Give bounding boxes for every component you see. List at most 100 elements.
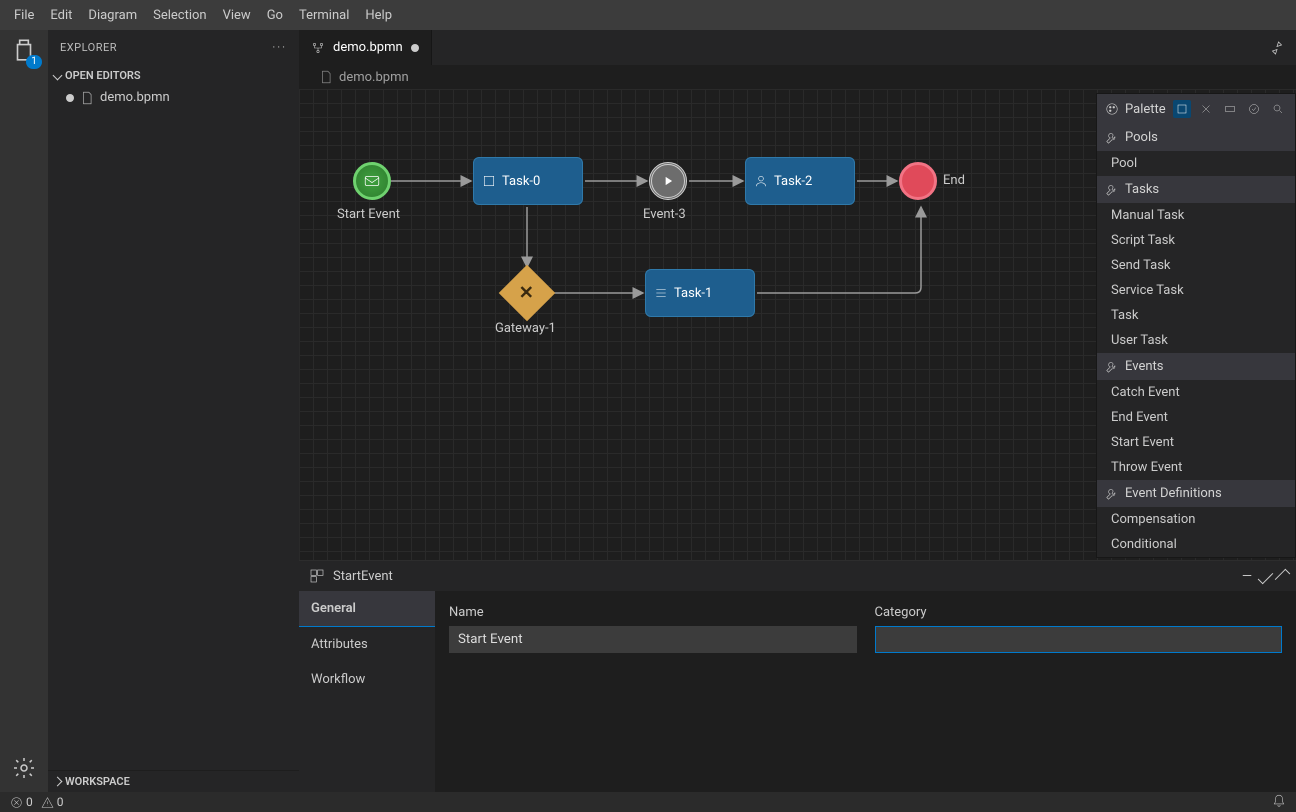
status-errors-count: 0	[26, 795, 33, 809]
wrench-icon	[1105, 360, 1119, 374]
palette-title: Palette	[1125, 102, 1166, 117]
palette-item-pool[interactable]: Pool	[1097, 151, 1295, 176]
menu-go[interactable]: Go	[259, 4, 291, 27]
node-task-1[interactable]: Task-1	[645, 269, 755, 317]
properties-panel: StartEvent — General Attributes Workflow…	[299, 560, 1296, 792]
palette-tool-marquee[interactable]	[1221, 100, 1239, 118]
status-bar: 0 0	[0, 792, 1296, 812]
editor-area: demo.bpmn demo.bpmn	[299, 30, 1296, 792]
layout-icon	[309, 568, 325, 584]
node-event-3[interactable]	[649, 162, 687, 200]
menubar: File Edit Diagram Selection View Go Term…	[0, 0, 1296, 30]
close-icon: ✕	[519, 283, 534, 304]
tab-label: demo.bpmn	[333, 40, 403, 55]
palette-group-label: Event Definitions	[1125, 486, 1222, 501]
node-task-1-label: Task-1	[674, 286, 712, 301]
menu-help[interactable]: Help	[357, 4, 400, 27]
menu-view[interactable]: View	[215, 4, 259, 27]
palette-tool-delete[interactable]	[1197, 100, 1215, 118]
palette-tool-search[interactable]	[1269, 100, 1287, 118]
open-editors-section[interactable]: OPEN EDITORS	[48, 65, 299, 86]
palette-item[interactable]: Manual Task	[1097, 203, 1295, 228]
menu-terminal[interactable]: Terminal	[291, 4, 357, 27]
node-end-event-label: End	[943, 173, 965, 188]
warning-icon	[41, 796, 54, 809]
tab-dirty-icon	[411, 44, 419, 52]
chevron-down-icon	[53, 71, 63, 81]
palette-item[interactable]: User Task	[1097, 328, 1295, 353]
tab-bar: demo.bpmn	[299, 30, 1296, 65]
menu-file[interactable]: File	[6, 4, 42, 27]
palette-item[interactable]: Catch Event	[1097, 380, 1295, 405]
open-editor-file[interactable]: demo.bpmn	[48, 86, 299, 109]
files-badge: 1	[26, 55, 42, 69]
palette-item[interactable]: Conditional	[1097, 532, 1295, 557]
palette-item[interactable]: Throw Event	[1097, 455, 1295, 480]
palette-tool-validate[interactable]	[1245, 100, 1263, 118]
explorer-activity[interactable]: 1	[10, 36, 38, 64]
palette-tool-select[interactable]	[1173, 100, 1191, 118]
menu-diagram[interactable]: Diagram	[80, 4, 145, 27]
palette-item[interactable]: Send Task	[1097, 253, 1295, 278]
tool-panel-icon[interactable]	[1268, 39, 1286, 57]
palette-icon	[1105, 102, 1119, 116]
palette-item[interactable]: Script Task	[1097, 228, 1295, 253]
breadcrumb-file: demo.bpmn	[339, 70, 409, 85]
explorer-sidebar: EXPLORER ··· OPEN EDITORS demo.bpmn WORK…	[48, 30, 299, 792]
palette-item[interactable]: Start Event	[1097, 430, 1295, 455]
palette-group-label: Tasks	[1125, 182, 1159, 197]
palette-group-event-defs[interactable]: Event Definitions	[1097, 480, 1295, 507]
diagram-canvas[interactable]: Start Event Task-0 Event-3 Task-2 End ✕ …	[299, 89, 1296, 560]
breadcrumb[interactable]: demo.bpmn	[299, 65, 1296, 89]
settings-activity[interactable]	[10, 754, 38, 782]
explorer-more-icon[interactable]: ···	[272, 41, 287, 54]
palette-group-tasks[interactable]: Tasks	[1097, 176, 1295, 203]
panel-minimize-icon[interactable]: —	[1242, 569, 1252, 584]
status-warnings-count: 0	[57, 795, 64, 809]
workspace-label: WORKSPACE	[65, 775, 130, 788]
list-icon	[654, 286, 668, 300]
node-end-event[interactable]	[899, 162, 937, 200]
palette-item[interactable]: Task	[1097, 303, 1295, 328]
node-event-3-label: Event-3	[643, 207, 686, 222]
node-gateway-1-label: Gateway-1	[495, 321, 556, 336]
bell-icon[interactable]	[1272, 794, 1286, 808]
wrench-icon	[1105, 131, 1119, 145]
error-icon	[10, 796, 23, 809]
category-field-input[interactable]	[875, 626, 1283, 653]
palette-item[interactable]: Compensation	[1097, 507, 1295, 532]
palette-group-label: Events	[1125, 359, 1163, 374]
palette-group-events[interactable]: Events	[1097, 353, 1295, 380]
play-icon	[661, 174, 675, 188]
node-gateway-1[interactable]: ✕	[499, 265, 556, 322]
category-field-label: Category	[875, 605, 1283, 620]
palette-item[interactable]: Service Task	[1097, 278, 1295, 303]
status-errors[interactable]: 0	[10, 795, 33, 809]
panel-expand-icon[interactable]	[1275, 568, 1291, 584]
props-tab-workflow[interactable]: Workflow	[299, 662, 435, 697]
node-start-event-label: Start Event	[337, 207, 400, 222]
dirty-indicator-icon	[66, 94, 74, 102]
node-task-2-label: Task-2	[774, 174, 812, 189]
menu-selection[interactable]: Selection	[145, 4, 214, 27]
file-icon	[319, 70, 333, 84]
node-task-2[interactable]: Task-2	[745, 157, 855, 205]
node-start-event[interactable]	[353, 162, 391, 200]
wrench-icon	[1105, 487, 1119, 501]
node-task-0-label: Task-0	[502, 174, 540, 189]
envelope-icon	[363, 172, 381, 190]
node-task-0[interactable]: Task-0	[473, 157, 583, 205]
props-tab-general[interactable]: General	[299, 591, 435, 627]
tab-demo-bpmn[interactable]: demo.bpmn	[299, 30, 432, 65]
palette-item[interactable]: End Event	[1097, 405, 1295, 430]
props-tab-attributes[interactable]: Attributes	[299, 627, 435, 662]
palette-group-pools[interactable]: Pools	[1097, 124, 1295, 151]
workspace-section[interactable]: WORKSPACE	[48, 770, 299, 792]
menu-edit[interactable]: Edit	[42, 4, 80, 27]
name-field-input[interactable]	[449, 626, 857, 653]
activity-bar: 1	[0, 30, 48, 792]
user-icon	[754, 174, 768, 188]
status-warnings[interactable]: 0	[41, 795, 64, 809]
panel-collapse-icon[interactable]	[1258, 568, 1274, 584]
name-field-label: Name	[449, 605, 857, 620]
